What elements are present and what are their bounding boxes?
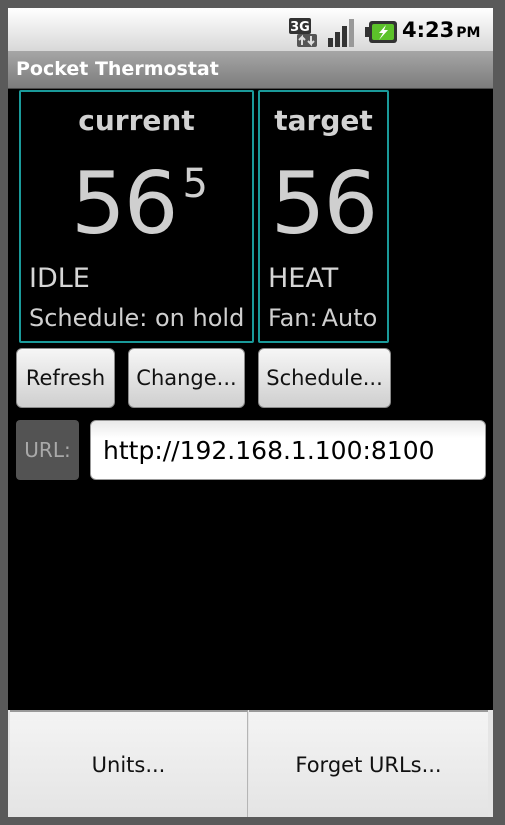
fan-status: Fan: Auto [268, 304, 377, 332]
units-menu-item[interactable]: Units... [10, 710, 248, 817]
target-label: target [274, 104, 373, 137]
current-mode: IDLE [29, 263, 90, 294]
current-label: current [78, 104, 195, 137]
change-button[interactable]: Change... [128, 348, 245, 408]
signal-strength-icon [328, 19, 354, 47]
schedule-button[interactable]: Schedule... [258, 348, 391, 408]
clock-ampm: PM [456, 25, 481, 41]
status-clock: 4:23 PM [402, 18, 480, 42]
current-temp-fraction: 5 [182, 161, 207, 207]
current-temperature-panel: current 56 5 IDLE Schedule: on hold [19, 90, 254, 343]
status-bar: 3G 4:23 PM [8, 8, 493, 51]
fan-value: Auto [321, 304, 378, 332]
target-temperature: 56 [270, 154, 378, 254]
fan-label: Fan: [268, 304, 318, 332]
clock-time: 4:23 [402, 18, 455, 42]
network-3g-icon: 3G [289, 18, 317, 47]
current-temp-whole: 56 [71, 154, 178, 254]
device-screen: 3G 4:23 PM Pocket Thermostat current 56 5 … [8, 8, 493, 817]
app-title: Pocket Thermostat [16, 58, 219, 80]
schedule-status: Schedule: on hold [29, 304, 245, 332]
app-title-bar: Pocket Thermostat [8, 51, 493, 89]
url-input[interactable]: http://192.168.1.100:8100 [90, 420, 486, 480]
url-label: URL: [16, 420, 79, 480]
network-badge-text: 3G [290, 20, 310, 35]
current-temperature: 56 5 [21, 154, 252, 254]
forget-urls-menu-item[interactable]: Forget URLs... [249, 710, 488, 817]
target-mode: HEAT [268, 263, 339, 294]
battery-charging-icon [365, 21, 397, 43]
target-temperature-panel: target 56 HEAT Fan: Auto [258, 90, 389, 343]
options-menu: Units... Forget URLs... [8, 710, 493, 817]
refresh-button[interactable]: Refresh [16, 348, 115, 408]
